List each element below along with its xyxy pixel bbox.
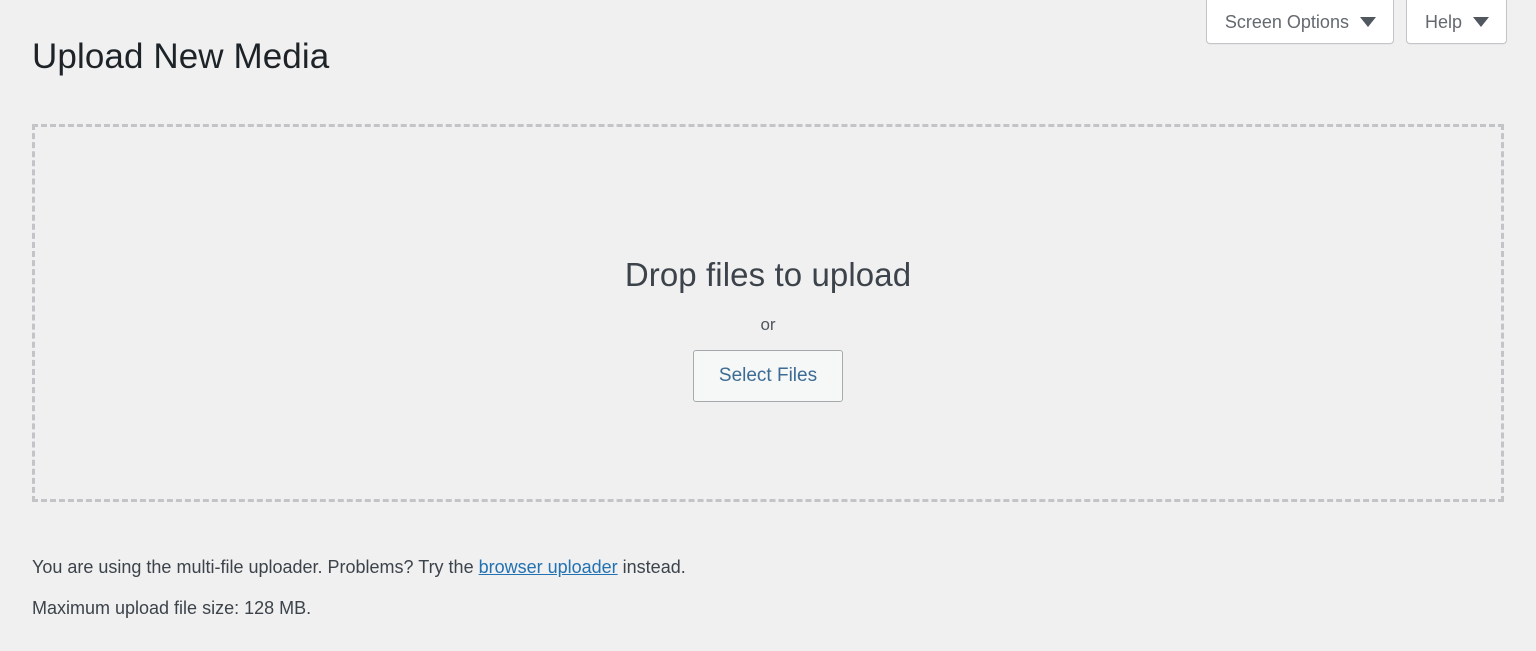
drop-files-or-label: or [760,314,776,334]
uploader-bypass-notice: You are using the multi-file uploader. P… [32,554,686,581]
uploader-bypass-prefix: You are using the multi-file uploader. P… [32,557,479,577]
help-button[interactable]: Help [1405,0,1507,44]
screen-meta-links: Screen Options Help [1205,0,1507,44]
uploader-bypass-suffix: instead. [617,557,686,577]
drag-drop-area[interactable]: Drop files to upload or Select Files [32,124,1504,502]
browser-uploader-link[interactable]: browser uploader [479,557,618,577]
drop-files-title: Drop files to upload [624,256,912,293]
screen-options-label: Screen Options [1224,11,1349,32]
help-label: Help [1424,11,1462,32]
select-files-button[interactable]: Select Files [692,349,844,402]
max-upload-size-notice: Maximum upload file size: 128 MB. [32,598,312,618]
drag-drop-inside: Drop files to upload or Select Files [35,255,1501,402]
chevron-down-icon [1359,17,1376,27]
screen-options-button[interactable]: Screen Options [1205,0,1394,44]
drag-drop-buttons: Select Files [35,349,1501,402]
chevron-down-icon [1473,17,1489,27]
